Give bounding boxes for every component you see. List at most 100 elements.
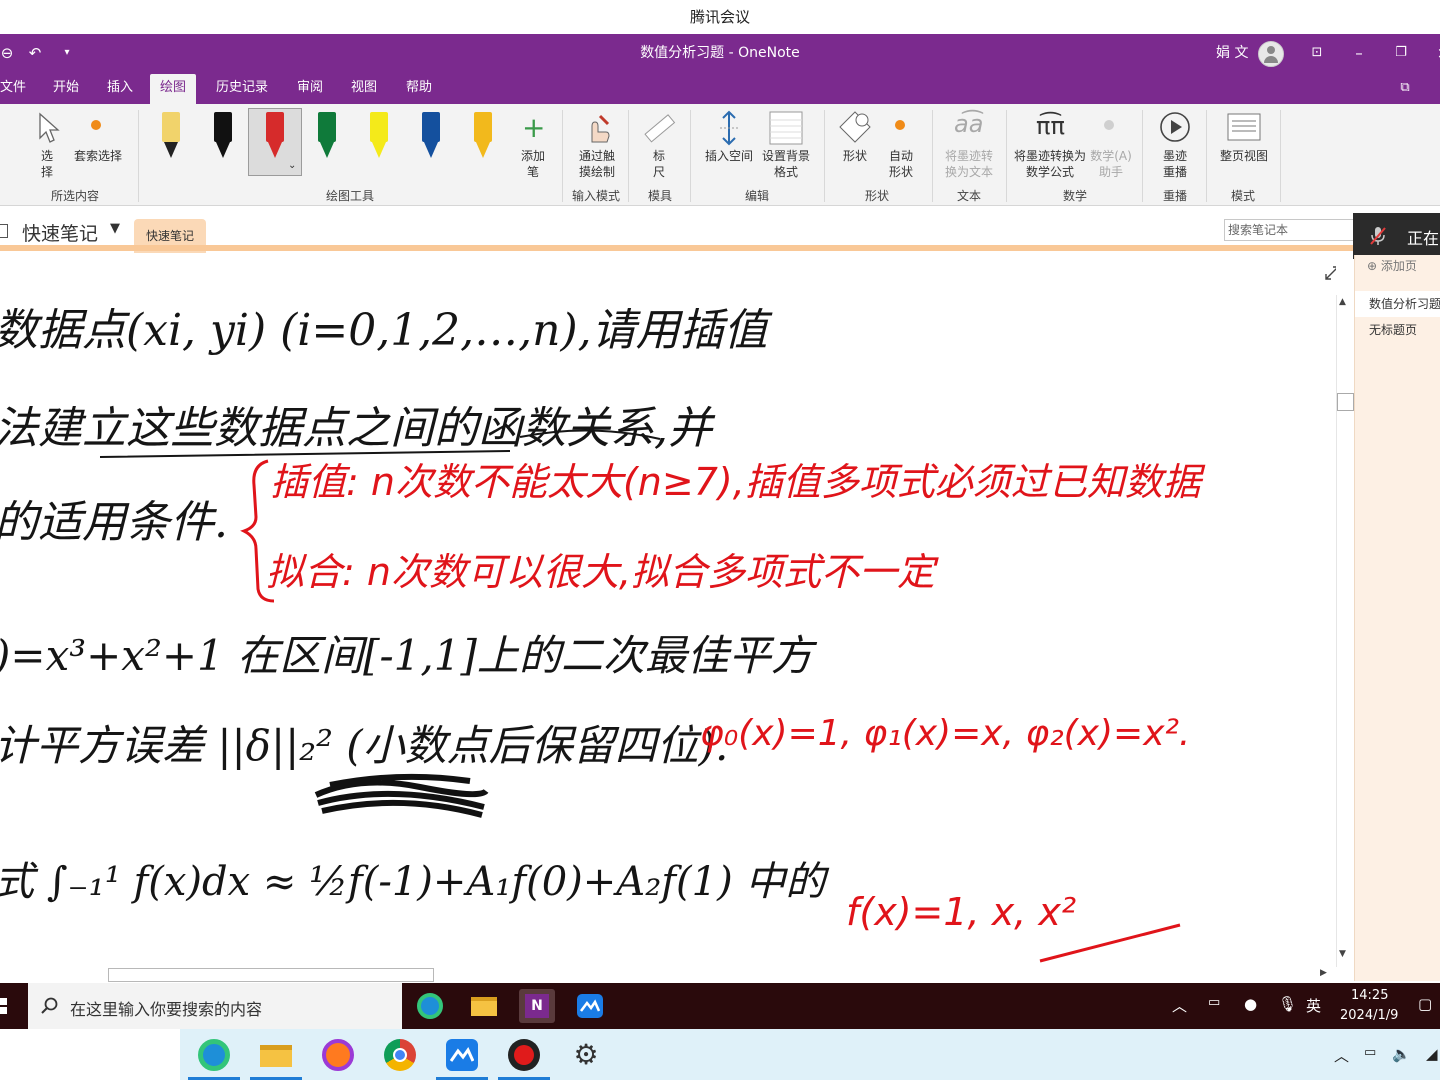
battery-icon[interactable]: ▭ xyxy=(1208,995,1220,1010)
notebook-name[interactable]: 快速笔记 xyxy=(22,219,98,246)
page-view-button[interactable]: 整页视图 xyxy=(1214,148,1274,164)
pen-swatch[interactable] xyxy=(212,112,234,164)
tab-help[interactable]: 帮助 xyxy=(396,72,442,104)
add-pen-button[interactable]: 添加笔 xyxy=(518,148,548,180)
divider xyxy=(690,110,691,202)
ribbon-display-icon[interactable]: ⊡ xyxy=(1304,34,1330,72)
section-color-strip xyxy=(0,245,1354,251)
scroll-down-icon[interactable]: ▼ xyxy=(1339,949,1346,959)
pen-body xyxy=(162,112,180,142)
search-icon xyxy=(41,997,58,1014)
pen-swatch[interactable] xyxy=(160,112,182,164)
chevron-up-icon[interactable]: ︿ xyxy=(1334,1045,1349,1066)
chrome-icon[interactable] xyxy=(382,1037,418,1073)
page-background-button[interactable]: 设置背景格式 xyxy=(758,148,814,180)
meeting-app-taskbar-icon[interactable] xyxy=(572,989,608,1023)
ink-line: 计平方误差 ||δ||₂² (小数点后保留四位). xyxy=(0,721,728,770)
pen-swatch[interactable] xyxy=(316,112,338,164)
touch-draw-icon xyxy=(591,114,610,143)
battery-icon[interactable]: ▭ xyxy=(1364,1045,1376,1060)
taskbar-search[interactable]: 在这里输入你要搜索的内容 xyxy=(28,983,402,1029)
ruler-icon xyxy=(644,114,676,143)
network-icon[interactable]: ◢ xyxy=(1426,1045,1438,1063)
ink-to-math-button[interactable]: 将墨迹转换为数学公式 xyxy=(1014,148,1086,180)
ink-red-line: 拟合: n次数可以很大,拟合多项式不一定 xyxy=(266,550,939,594)
ink-line: )=x³+x²+1 在区间[-1,1]上的二次最佳平方 xyxy=(0,631,818,680)
add-page-button[interactable]: ⊕ 添加页 xyxy=(1367,257,1417,274)
math-assistant-icon xyxy=(1104,120,1114,130)
tab-home[interactable]: 开始 xyxy=(43,72,89,104)
search-notebook-input[interactable]: 搜索笔记本 xyxy=(1224,219,1356,241)
meeting-mic-tile[interactable]: 正在 xyxy=(1353,213,1440,259)
pen-swatch[interactable] xyxy=(368,112,390,164)
microphone-icon[interactable]: 🎙 xyxy=(1278,995,1297,1013)
insert-space-button[interactable]: 插入空间 xyxy=(700,148,758,164)
page-item[interactable]: 无标题页 xyxy=(1355,317,1440,343)
pen-swatch[interactable] xyxy=(420,112,442,164)
pen-body xyxy=(266,112,284,142)
firefox-icon[interactable] xyxy=(320,1037,356,1073)
edge-icon[interactable] xyxy=(188,1037,240,1080)
tab-file[interactable]: 文件 xyxy=(0,72,36,104)
pen-options-caret-icon[interactable]: ⌄ xyxy=(288,160,296,171)
file-explorer-taskbar-icon[interactable] xyxy=(466,989,502,1023)
volume-icon[interactable]: 🔈 xyxy=(1392,1045,1411,1063)
tab-insert[interactable]: 插入 xyxy=(97,72,143,104)
group-math-label: 数学 xyxy=(1062,189,1087,203)
user-name[interactable]: 娟 文 xyxy=(1216,34,1248,72)
group-draw-tools-label: 绘图工具 xyxy=(325,189,374,203)
tab-view[interactable]: 视图 xyxy=(341,72,387,104)
pen-swatch[interactable] xyxy=(472,112,494,164)
scrollbar-thumb[interactable] xyxy=(1337,393,1354,411)
edge-taskbar-icon[interactable] xyxy=(412,989,448,1023)
scroll-right-icon[interactable]: ▶ xyxy=(1320,968,1327,978)
note-canvas[interactable]: 数据点(xi, yi) (i=0,1,2,…,n),请用插值 法建立这些数据点之… xyxy=(0,255,1336,967)
auto-shape-button[interactable]: 自动形状 xyxy=(886,148,916,180)
math-assistant-button[interactable]: 数学(A)助手 xyxy=(1086,148,1136,180)
close-icon[interactable]: × xyxy=(1430,34,1440,72)
minimize-icon[interactable]: – xyxy=(1346,34,1372,72)
avatar[interactable] xyxy=(1258,41,1284,67)
pen-body xyxy=(214,112,232,142)
add-page-label: 添加页 xyxy=(1380,259,1417,273)
auto-shape-icon xyxy=(895,120,905,130)
select-cursor-icon xyxy=(39,112,60,143)
clock-time[interactable]: 14:25 xyxy=(1351,988,1388,1003)
ink-to-text-button[interactable]: 将墨迹转换为文本 xyxy=(940,148,998,180)
page-item[interactable]: 数值分析习题 xyxy=(1355,291,1440,317)
lasso-select-button[interactable]: 套索选择 xyxy=(70,148,126,164)
clock-date[interactable]: 2024/1/9 xyxy=(1340,1008,1398,1023)
search-input[interactable]: 在这里输入你要搜索的内容 xyxy=(70,996,262,1020)
horizontal-scrollbar[interactable]: ▶ xyxy=(0,967,1336,983)
tab-history[interactable]: 历史记录 xyxy=(206,72,278,104)
scrollbar-thumb[interactable] xyxy=(108,968,434,982)
ink-line: 式 ∫₋₁¹ f(x)dx ≈ ½f(-1)+A₁f(0)+A₂f(1) 中的 xyxy=(0,859,829,905)
ime-indicator[interactable]: 英 xyxy=(1306,995,1321,1016)
onenote-taskbar-icon[interactable]: N xyxy=(519,989,555,1023)
select-button[interactable]: 选择 xyxy=(38,148,56,180)
touch-draw-button[interactable]: 通过触摸绘制 xyxy=(574,148,620,180)
notifications-icon[interactable]: ▢ xyxy=(1418,995,1432,1013)
ink-replay-button[interactable]: 墨迹重播 xyxy=(1160,148,1190,180)
share-icon[interactable]: ⧉ xyxy=(1392,72,1418,104)
qq-tray-icon[interactable]: ● xyxy=(1244,995,1257,1013)
notebook-dropdown-icon[interactable]: ▼ xyxy=(110,221,120,236)
settings-gear-icon[interactable]: ⚙ xyxy=(568,1037,604,1073)
restore-icon[interactable]: ❐ xyxy=(1388,34,1414,72)
pen-swatch[interactable] xyxy=(264,112,286,164)
meeting-app-icon[interactable] xyxy=(436,1037,488,1080)
divider xyxy=(824,110,825,202)
start-icon[interactable] xyxy=(0,998,7,1005)
pen-body xyxy=(318,112,336,142)
draw-ribbon: 选择 套索选择 所选内容 ⌄ 绘图工具 + 添加笔 通过触摸绘制 输入模式 标尺… xyxy=(0,104,1440,206)
record-icon[interactable] xyxy=(498,1037,550,1080)
chevron-up-icon[interactable]: ︿ xyxy=(1172,995,1187,1016)
file-explorer-icon[interactable] xyxy=(250,1037,302,1080)
scroll-up-icon[interactable]: ▲ xyxy=(1339,297,1346,307)
vertical-scrollbar[interactable]: ▲ ▼ xyxy=(1336,295,1354,967)
divider xyxy=(932,110,933,202)
tab-review[interactable]: 审阅 xyxy=(287,72,333,104)
ruler-button[interactable]: 标尺 xyxy=(652,148,666,180)
shapes-button[interactable]: 形状 xyxy=(840,148,870,164)
tab-draw[interactable]: 绘图 xyxy=(150,74,197,104)
